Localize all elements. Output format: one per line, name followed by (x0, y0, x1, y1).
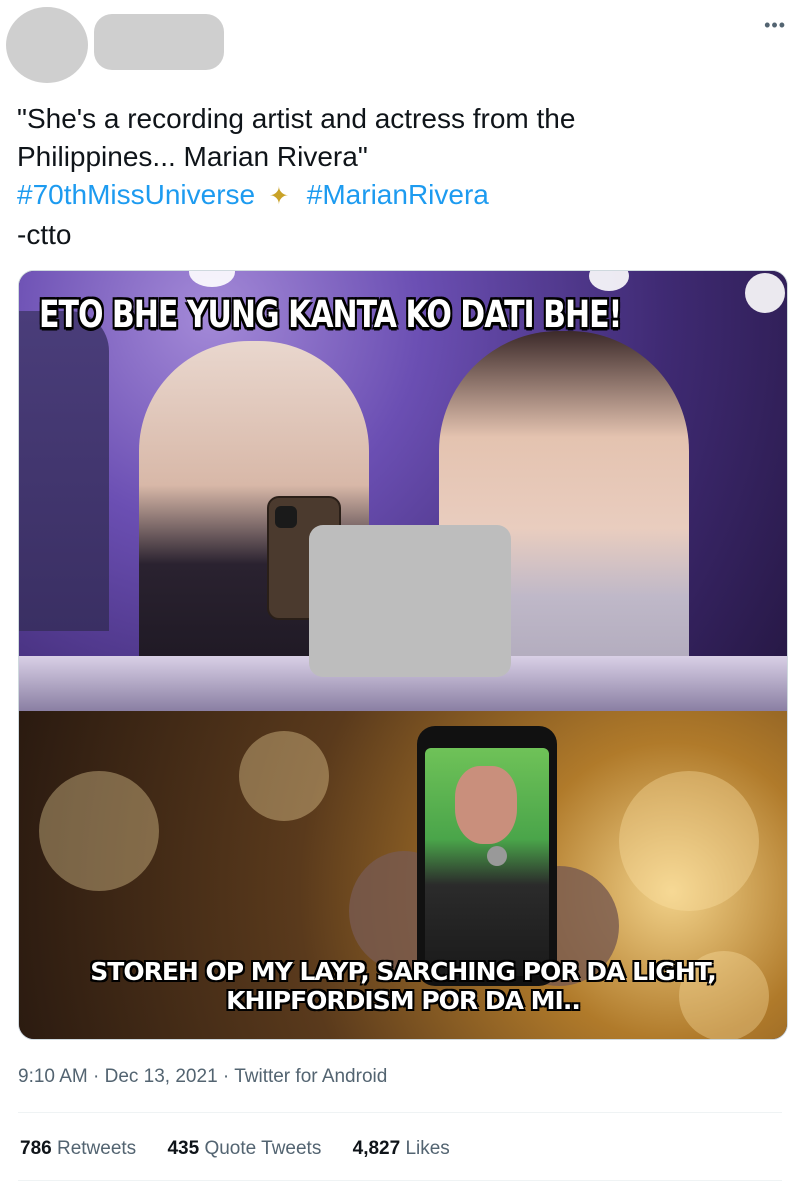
redacted-watermark (309, 525, 511, 677)
quote-tweets-count: 435 (167, 1138, 200, 1159)
likes-label: Likes (405, 1138, 450, 1159)
stage-light (189, 271, 235, 287)
background-person (19, 311, 109, 631)
likes-stat[interactable]: 4,827 Likes (353, 1138, 450, 1159)
tweet-text: "She's a recording artist and actress fr… (17, 100, 777, 254)
singer-face (455, 766, 517, 844)
retweets-count: 786 (20, 1138, 52, 1159)
tweet-date[interactable]: Dec 13, 2021 (105, 1066, 218, 1087)
hashtag-70th-miss-universe[interactable]: #70thMissUniverse (17, 179, 255, 210)
stage-light (745, 273, 785, 313)
meme-bottom-caption: STOREH OP MY LAYP, SARCHING POR DA LIGHT… (19, 957, 787, 1015)
divider (18, 1112, 782, 1113)
meme-bottom-caption-line-1: STOREH OP MY LAYP, SARCHING POR DA LIGHT… (90, 957, 716, 986)
avatar-redacted[interactable] (6, 7, 88, 83)
phone-showing-singer (417, 726, 557, 986)
divider (18, 1180, 782, 1181)
tweet-time[interactable]: 9:10 AM (18, 1066, 88, 1087)
author-name-redacted[interactable] (94, 14, 224, 70)
tweet-text-closing: -ctto (17, 219, 72, 250)
more-options-icon[interactable]: ••• (764, 16, 786, 34)
meta-separator: · (93, 1066, 100, 1087)
quote-tweets-label: Quote Tweets (204, 1138, 322, 1159)
meme-top-panel: ETO BHE YUNG KANTA KO DATI BHE! (19, 271, 787, 711)
meme-bottom-caption-line-2: KHIPFORDISM POR DA MI.. (226, 986, 581, 1015)
quote-tweets-stat[interactable]: 435 Quote Tweets (167, 1138, 321, 1159)
tweet-stats: 786 Retweets 435 Quote Tweets 4,827 Like… (20, 1138, 476, 1160)
retweets-label: Retweets (56, 1138, 137, 1159)
hashtag-line: #70thMissUniverse ✦ #MarianRivera (17, 176, 777, 216)
bokeh-light (239, 731, 329, 821)
retweets-stat[interactable]: 786 Retweets (20, 1138, 136, 1159)
stage-light (589, 271, 629, 291)
bokeh-light (619, 771, 759, 911)
bokeh-light (39, 771, 159, 891)
tweet-source[interactable]: Twitter for Android (234, 1066, 387, 1087)
phone-screen (425, 748, 549, 976)
tweet-media-image[interactable]: ETO BHE YUNG KANTA KO DATI BHE! STOREH O… (18, 270, 788, 1040)
microphone-icon (487, 846, 507, 866)
tweet-text-line-2: Philippines... Marian Rivera" (17, 141, 368, 172)
meta-separator: · (222, 1066, 230, 1087)
likes-count: 4,827 (352, 1138, 401, 1159)
meme-top-caption: ETO BHE YUNG KANTA KO DATI BHE! (39, 293, 622, 337)
hashtag-marian-rivera[interactable]: #MarianRivera (307, 179, 489, 210)
phone-camera-icon (275, 506, 297, 528)
tweet-text-line-1: "She's a recording artist and actress fr… (17, 103, 576, 134)
tweet-metadata: 9:10 AM · Dec 13, 2021 · Twitter for And… (18, 1066, 387, 1088)
sparkle-icon: ✦ (268, 183, 289, 210)
